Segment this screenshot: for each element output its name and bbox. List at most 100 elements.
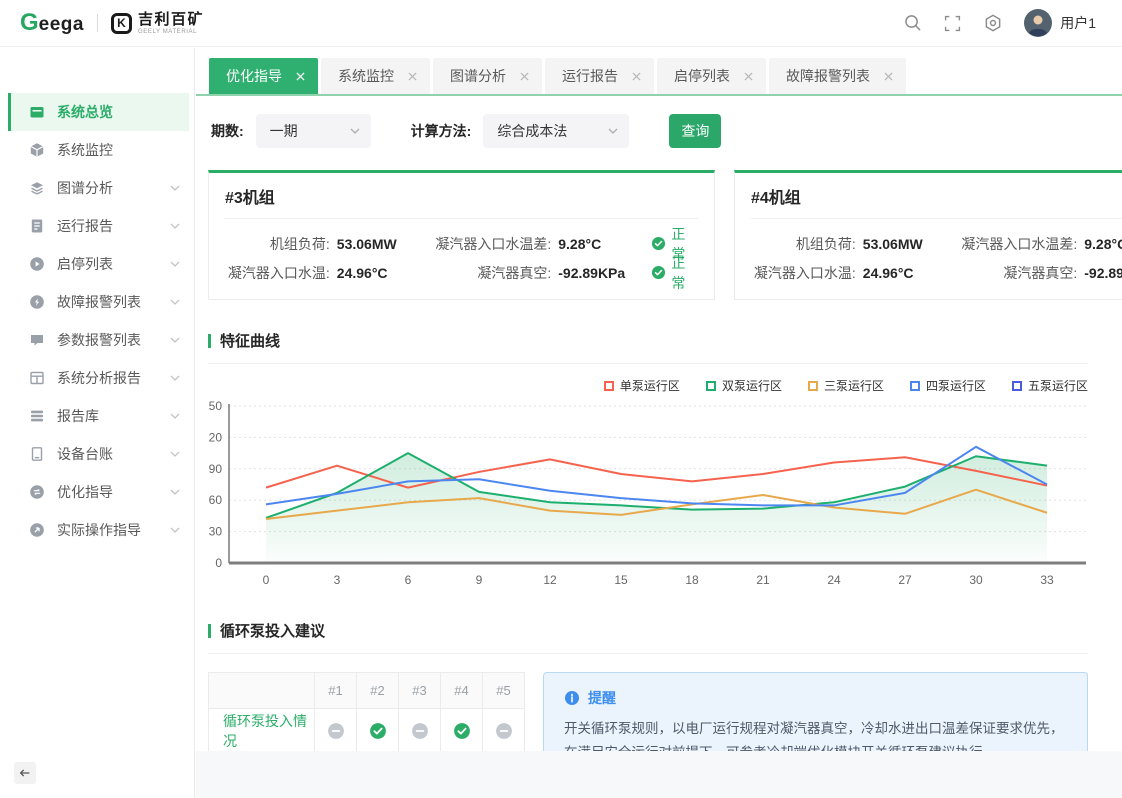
- svg-text:60: 60: [209, 493, 223, 507]
- ledger-icon: [29, 446, 45, 462]
- sidebar-item-report[interactable]: 运行报告: [8, 207, 189, 245]
- sidebar-item-label: 系统监控: [57, 140, 113, 160]
- minus-circle-icon: [327, 721, 345, 737]
- column-header: #1: [315, 673, 357, 709]
- sidebar-item-operation[interactable]: 实际操作指导: [8, 511, 189, 549]
- reminder-title: 提醒: [564, 688, 1067, 708]
- legend-item[interactable]: 三泵运行区: [808, 377, 884, 394]
- sidebar-item-message[interactable]: 参数报警列表: [8, 321, 189, 359]
- sidebar-item-library[interactable]: 报告库: [8, 397, 189, 435]
- sidebar-item-label: 系统总览: [57, 102, 113, 122]
- svg-text:30: 30: [969, 573, 983, 587]
- sidebar-item-grid-report[interactable]: 系统分析报告: [8, 359, 189, 397]
- metric-label: 凝汽器真空:: [948, 263, 1077, 283]
- user-menu[interactable]: 用户1: [1024, 9, 1096, 37]
- sidebar-item-optimize[interactable]: 优化指导: [8, 473, 189, 511]
- tab-优化指导[interactable]: 优化指导: [209, 58, 318, 94]
- tab-label: 启停列表: [674, 66, 730, 86]
- chevron-down-icon: [170, 413, 180, 419]
- period-select[interactable]: 一期: [256, 114, 371, 148]
- svg-text:3: 3: [334, 573, 341, 587]
- chart-legend: 单泵运行区 双泵运行区 三泵运行区 四泵运行区 五泵运行区: [208, 377, 1088, 394]
- geely-logo-en: GEELY MATERIAL: [138, 29, 204, 35]
- close-icon[interactable]: [632, 72, 641, 81]
- metric-value: 9.28°C: [1084, 236, 1122, 252]
- metric-row: 机组负荷: 53.06MW 凝汽器入口水温差: 9.28°C 异常: [751, 229, 1122, 258]
- metric-label: 凝汽器入口水温:: [751, 263, 856, 283]
- minus-circle-icon: [411, 721, 429, 737]
- close-icon[interactable]: [884, 72, 893, 81]
- sidebar-item-dashboard[interactable]: 系统总览: [8, 93, 189, 131]
- collapse-sidebar-button[interactable]: [14, 762, 36, 784]
- sidebar-item-cube[interactable]: 系统监控: [8, 131, 189, 169]
- svg-text:21: 21: [756, 573, 770, 587]
- feature-curve-chart: 030609012015003691215182124273033: [208, 400, 1088, 595]
- check-circle-icon: [651, 265, 666, 280]
- sidebar-item-label: 启停列表: [57, 254, 113, 274]
- corner-cell: [209, 673, 315, 709]
- close-icon[interactable]: [744, 72, 753, 81]
- chevron-down-icon: [170, 451, 180, 457]
- legend-item[interactable]: 双泵运行区: [706, 377, 782, 394]
- legend-item[interactable]: 四泵运行区: [910, 377, 986, 394]
- message-icon: [29, 332, 45, 348]
- chevron-down-icon: [170, 223, 180, 229]
- sidebar-item-play-circle[interactable]: 启停列表: [8, 245, 189, 283]
- sidebar-item-ledger[interactable]: 设备台账: [8, 435, 189, 473]
- metric-value: 24.96°C: [337, 265, 422, 281]
- optimize-icon: [29, 484, 45, 500]
- avatar[interactable]: [1024, 9, 1052, 37]
- tab-label: 故障报警列表: [786, 66, 870, 86]
- sidebar-item-bolt-circle[interactable]: 故障报警列表: [8, 283, 189, 321]
- metric-value: -92.89KPa: [558, 265, 651, 281]
- query-button[interactable]: 查询: [669, 114, 721, 148]
- logo-divider: [97, 14, 98, 32]
- sidebar-item-label: 优化指导: [57, 482, 113, 502]
- tab-图谱分析[interactable]: 图谱分析: [433, 58, 542, 94]
- curve-section-title-text: 特征曲线: [220, 330, 280, 351]
- tab-运行报告[interactable]: 运行报告: [545, 58, 654, 94]
- geely-logo-mark: K: [111, 13, 132, 34]
- calc-method-select[interactable]: 综合成本法: [483, 114, 629, 148]
- settings-gear-icon[interactable]: [984, 14, 1002, 32]
- tab-label: 优化指导: [226, 66, 282, 86]
- sidebar-item-layers[interactable]: 图谱分析: [8, 169, 189, 207]
- table-row: 循环泵投入情况: [209, 709, 525, 752]
- bolt-circle-icon: [29, 294, 45, 310]
- svg-text:15: 15: [614, 573, 628, 587]
- close-icon[interactable]: [408, 72, 417, 81]
- legend-item[interactable]: 单泵运行区: [604, 377, 680, 394]
- tab-启停列表[interactable]: 启停列表: [657, 58, 766, 94]
- unit-card-title: #3机组: [225, 184, 698, 208]
- svg-text:90: 90: [209, 462, 223, 476]
- chevron-down-icon: [170, 185, 180, 191]
- legend-item[interactable]: 五泵运行区: [1012, 377, 1088, 394]
- report-icon: [29, 218, 45, 234]
- svg-text:120: 120: [208, 430, 222, 444]
- metric-label: 机组负荷:: [751, 234, 856, 254]
- close-icon[interactable]: [296, 72, 305, 81]
- fullscreen-icon[interactable]: [944, 14, 962, 32]
- sidebar-item-label: 实际操作指导: [57, 520, 141, 540]
- search-icon[interactable]: [904, 14, 922, 32]
- geely-logo: K 吉利百矿 GEELY MATERIAL: [111, 12, 204, 35]
- optimization-guide-panel: 期数: 一期 计算方法: 综合成本法 查询 #3机组 机组负荷: 53.06MW…: [196, 96, 1122, 751]
- tab-故障报警列表[interactable]: 故障报警列表: [769, 58, 906, 94]
- metric-value: 24.96°C: [863, 265, 948, 281]
- sidebar-nav: 系统总览 系统监控 图谱分析 运行报告 启停列表 故障报警列表 参数报警列表 系…: [0, 48, 195, 798]
- column-header: #2: [357, 673, 399, 709]
- geega-logo-mark: G: [20, 11, 39, 35]
- unit-card: #4机组 机组负荷: 53.06MW 凝汽器入口水温差: 9.28°C 异常 凝…: [734, 170, 1122, 300]
- tab-系统监控[interactable]: 系统监控: [321, 58, 430, 94]
- close-icon[interactable]: [520, 72, 529, 81]
- chevron-down-icon: [608, 128, 618, 134]
- info-icon: [564, 690, 580, 706]
- column-header: #4: [441, 673, 483, 709]
- column-header: #3: [399, 673, 441, 709]
- chevron-down-icon: [170, 375, 180, 381]
- svg-text:150: 150: [208, 400, 222, 413]
- svg-text:0: 0: [215, 556, 222, 570]
- check-circle-icon: [651, 236, 666, 251]
- chevron-down-icon: [170, 337, 180, 343]
- pump-status-cell: [441, 709, 483, 752]
